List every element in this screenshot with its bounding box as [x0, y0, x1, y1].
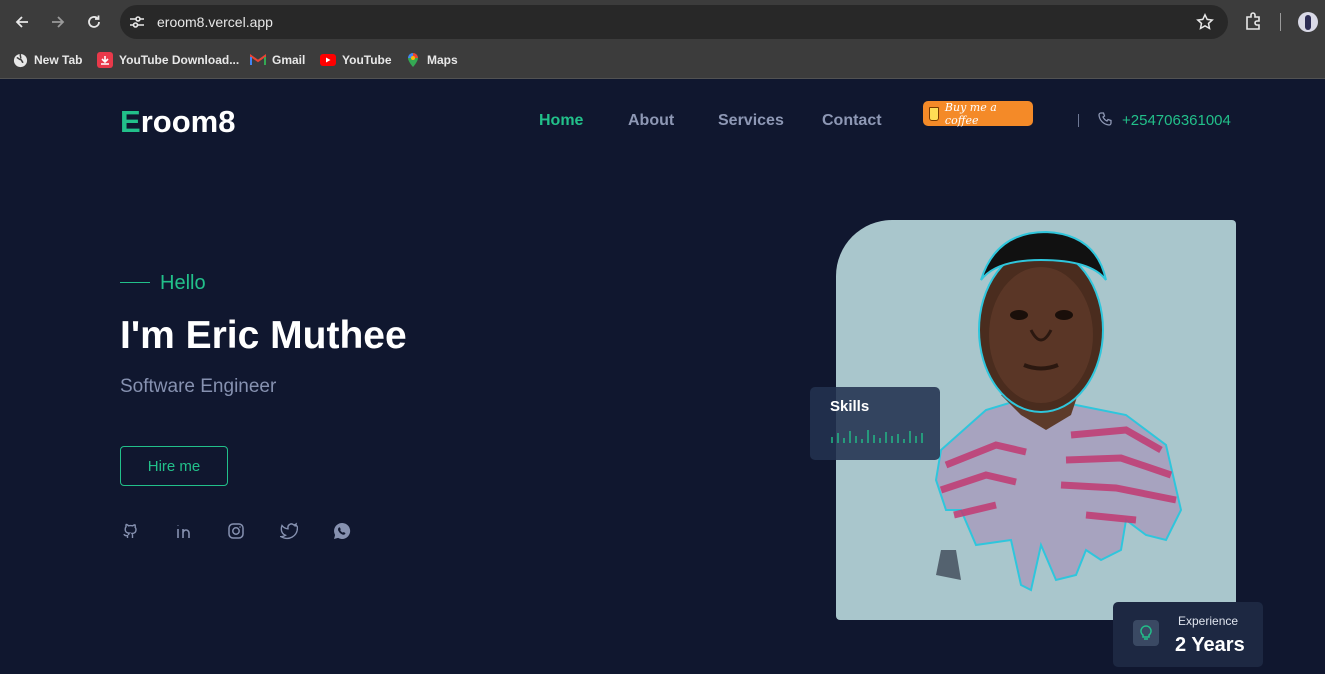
- nav-divider: [1078, 114, 1079, 127]
- profile-avatar[interactable]: [1298, 12, 1318, 32]
- download-icon: [97, 52, 113, 68]
- twitter-icon[interactable]: [279, 521, 299, 541]
- maps-icon: [405, 52, 421, 68]
- arrow-right-icon: [52, 16, 65, 28]
- globe-icon: [12, 52, 28, 68]
- youtube-icon: [320, 52, 336, 68]
- linkedin-icon[interactable]: [174, 521, 194, 541]
- experience-label: Experience: [1178, 614, 1239, 628]
- greeting: Hello: [160, 272, 206, 294]
- hello-line: [120, 282, 150, 283]
- nav-services[interactable]: Services: [718, 112, 784, 130]
- bookmark-youtube-downloader[interactable]: YouTube Download...: [97, 52, 239, 68]
- experience-value: 2 Years: [1175, 634, 1245, 656]
- reload-icon: [88, 15, 100, 28]
- nav-home[interactable]: Home: [539, 112, 583, 130]
- skills-card: Skills: [810, 387, 940, 460]
- coffee-cup-icon: [929, 106, 939, 121]
- forward-button[interactable]: [46, 10, 70, 34]
- hire-me-button[interactable]: Hire me: [120, 446, 228, 486]
- address-bar[interactable]: eroom8.vercel.app: [120, 5, 1228, 39]
- browser-toolbar: eroom8.vercel.app: [0, 0, 1325, 44]
- arrow-left-icon: [15, 16, 28, 28]
- toolbar-divider: [1280, 13, 1281, 31]
- portfolio-page: Eroom8 Home About Services Contact Buy m…: [0, 80, 1325, 674]
- lightbulb-icon: [1133, 620, 1159, 646]
- bookmarks-bar: New Tab YouTube Download... Gmail YouTub…: [0, 44, 1325, 79]
- reload-button[interactable]: [82, 10, 106, 34]
- phone-icon: [1098, 112, 1112, 131]
- phone-number-link[interactable]: +254706361004: [1122, 112, 1231, 129]
- nav-contact[interactable]: Contact: [822, 112, 882, 130]
- hero-role: Software Engineer: [120, 376, 277, 397]
- experience-card: Experience 2 Years: [1113, 602, 1263, 667]
- skills-waveform-icon: [831, 430, 923, 443]
- gmail-icon: [250, 52, 266, 68]
- nav-about[interactable]: About: [628, 112, 674, 130]
- site-logo[interactable]: Eroom8: [120, 104, 235, 140]
- url-text[interactable]: eroom8.vercel.app: [157, 14, 273, 30]
- hero-name: I'm Eric Muthee: [120, 314, 407, 357]
- whatsapp-icon[interactable]: [332, 521, 352, 541]
- back-button[interactable]: [10, 10, 34, 34]
- instagram-icon[interactable]: [226, 521, 246, 541]
- site-settings-icon[interactable]: [128, 13, 146, 31]
- bookmark-maps[interactable]: Maps: [405, 52, 458, 68]
- bookmark-youtube[interactable]: YouTube: [320, 52, 392, 68]
- bookmark-new-tab[interactable]: New Tab: [12, 52, 82, 68]
- extensions-icon[interactable]: [1243, 11, 1263, 36]
- bookmark-gmail[interactable]: Gmail: [250, 52, 305, 68]
- bookmark-star-icon[interactable]: [1196, 13, 1214, 36]
- buy-me-a-coffee-button[interactable]: Buy me a coffee: [923, 101, 1033, 127]
- skills-label: Skills: [830, 398, 870, 415]
- github-icon[interactable]: [120, 521, 140, 541]
